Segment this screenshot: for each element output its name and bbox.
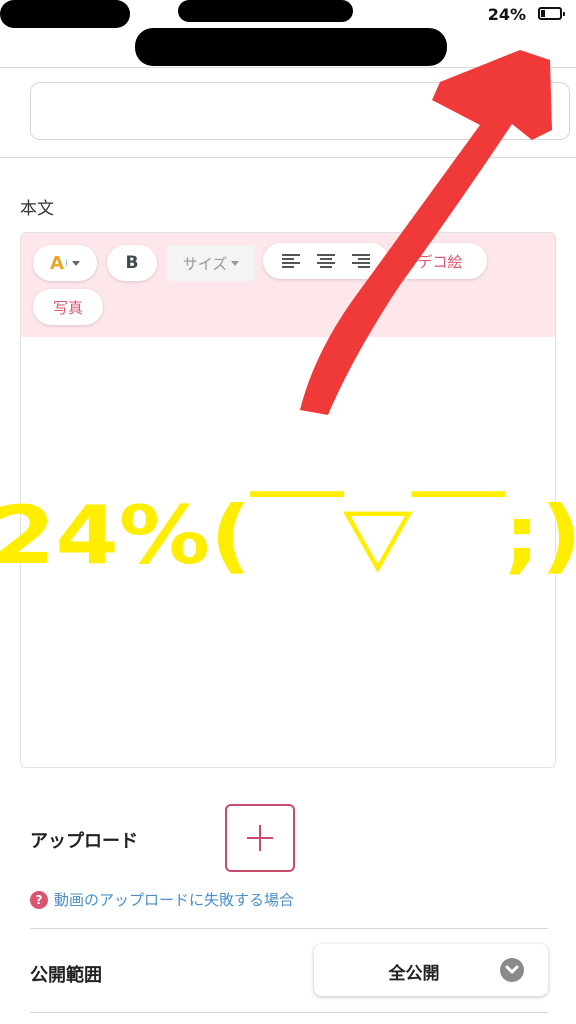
font-size-dropdown[interactable]: サイズ [167, 245, 255, 281]
battery-icon [538, 7, 565, 20]
bold-button[interactable]: B [107, 245, 157, 281]
visibility-select[interactable]: 全公開 [314, 944, 548, 996]
deco-art-button[interactable]: デコ絵 [393, 243, 487, 279]
align-center-icon[interactable] [316, 254, 335, 268]
question-icon: ? [30, 890, 48, 909]
font-color-icon: A [49, 252, 64, 274]
align-right-icon[interactable] [352, 254, 371, 268]
upload-add-button[interactable] [225, 804, 295, 872]
alignment-group [263, 243, 389, 279]
body-section-label: 本文 [20, 199, 54, 219]
body-editor[interactable]: A ⁞ B サイズ デコ絵 写真 [20, 232, 556, 768]
align-left-icon[interactable] [281, 254, 300, 268]
divider [30, 928, 548, 929]
editor-toolbar: A ⁞ B サイズ デコ絵 写真 [21, 233, 555, 337]
upload-label: アップロード [30, 831, 138, 852]
dropdown-caret-icon [72, 260, 81, 266]
visibility-label: 公開範囲 [30, 965, 102, 986]
redaction-mark [135, 28, 447, 66]
font-size-label: サイズ [182, 254, 228, 273]
font-color-button[interactable]: A ⁞ [33, 245, 97, 281]
upload-help-link[interactable]: ? 動画のアップロードに失敗する場合 [30, 889, 294, 910]
divider [0, 157, 576, 158]
divider [30, 1012, 548, 1013]
upload-help-text: 動画のアップロードに失敗する場合 [54, 891, 295, 909]
visibility-value: 全公開 [388, 964, 440, 984]
battery-percent: 24% [487, 5, 526, 24]
divider [0, 67, 576, 68]
status-bar: 24% [0, 0, 576, 66]
battery-fill [541, 10, 545, 17]
photo-button[interactable]: 写真 [33, 289, 103, 325]
title-input[interactable] [30, 82, 570, 140]
dropdown-caret-icon [231, 260, 240, 266]
redaction-mark [178, 0, 353, 22]
chevron-down-icon [500, 958, 524, 982]
redaction-mark [0, 0, 130, 28]
